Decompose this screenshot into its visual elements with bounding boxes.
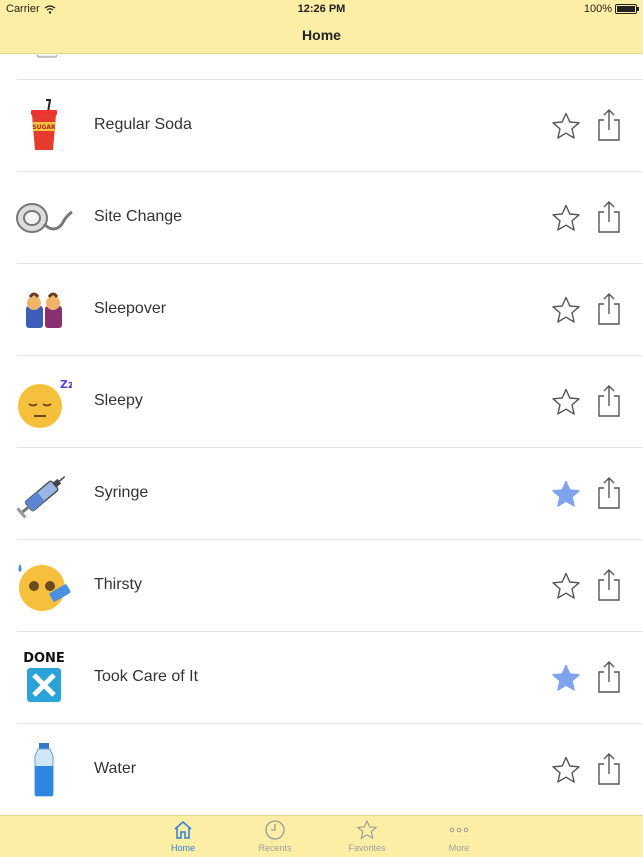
status-right: 100%: [583, 3, 639, 15]
list-item[interactable]: Site Change: [0, 172, 643, 264]
favorite-button[interactable]: [550, 663, 582, 693]
list-item-label: Water: [94, 760, 137, 777]
sleepy-face-icon: Zz: [14, 374, 74, 430]
favorite-button[interactable]: [550, 571, 582, 601]
share-icon: [598, 569, 620, 601]
star-outline-icon: [552, 204, 580, 231]
share-icon: [598, 201, 620, 233]
star-outline-icon: [552, 572, 580, 599]
list-item-label: Site Change: [94, 208, 183, 225]
star-outline-icon: [552, 756, 580, 783]
battery-icon: [615, 4, 639, 14]
list-item-label: Sleepover: [94, 300, 167, 317]
tab-recents-label: Recents: [258, 843, 292, 853]
home-icon: [174, 821, 192, 839]
tab-more[interactable]: More: [424, 819, 494, 857]
list-item[interactable]: Syringe: [0, 448, 643, 540]
tab-home-label: Home: [170, 843, 195, 853]
status-bar: Carrier 12:26 PM 100%: [0, 0, 643, 18]
share-button[interactable]: [595, 384, 623, 418]
tab-more-label: More: [448, 843, 470, 853]
list-item-partial[interactable]: [0, 55, 643, 80]
share-button[interactable]: [595, 752, 623, 786]
star-filled-icon: [552, 664, 580, 691]
status-time: 12:26 PM: [297, 3, 346, 15]
thirsty-face-icon: [14, 558, 74, 614]
svg-text:Zz: Zz: [60, 378, 72, 391]
svg-text:DONE: DONE: [23, 651, 65, 666]
share-button[interactable]: [595, 568, 623, 602]
share-icon: [598, 661, 620, 693]
share-icon: [598, 385, 620, 417]
share-icon: [598, 477, 620, 509]
share-icon: [598, 753, 620, 785]
more-dots-icon: [449, 827, 469, 833]
nav-header: Carrier 12:26 PM 100% Home: [0, 0, 643, 54]
share-button[interactable]: [595, 660, 623, 694]
partial-item-icon: [36, 55, 58, 58]
tab-recents[interactable]: Recents: [240, 819, 310, 857]
star-icon: [356, 819, 378, 840]
tab-bar: Home Recents Favorites More: [0, 815, 643, 857]
svg-text:SUGAR: SUGAR: [32, 124, 56, 131]
star-outline-icon: [552, 296, 580, 323]
done-check-icon: DONE: [14, 650, 74, 706]
soda-cup-icon: SUGAR: [14, 98, 74, 154]
tab-home[interactable]: Home: [148, 819, 218, 857]
list-item[interactable]: SUGAR Regular Soda: [0, 80, 643, 172]
infusion-site-icon: [14, 190, 74, 246]
list-item-label: Syringe: [94, 484, 149, 501]
share-button[interactable]: [595, 108, 623, 142]
syringe-icon: [14, 466, 74, 522]
list-item[interactable]: Sleepover: [0, 264, 643, 356]
list-item-label: Took Care of It: [94, 668, 199, 685]
share-icon: [598, 109, 620, 141]
page-title: Home: [302, 27, 341, 43]
favorite-button[interactable]: [550, 295, 582, 325]
list-item[interactable]: Water: [0, 724, 643, 815]
clock-icon: [265, 820, 285, 840]
star-filled-icon: [552, 480, 580, 507]
favorite-button[interactable]: [550, 111, 582, 141]
battery-percent: 100%: [583, 3, 612, 15]
sticker-list[interactable]: SUGAR Regular Soda Site Change Sleepover…: [0, 55, 643, 815]
list-item-label: Sleepy: [94, 392, 143, 409]
tab-favorites[interactable]: Favorites: [332, 819, 402, 857]
share-button[interactable]: [595, 476, 623, 510]
share-icon: [598, 293, 620, 325]
sleepover-icon: [14, 282, 74, 338]
list-item-label: Regular Soda: [94, 116, 192, 133]
list-item-label: Thirsty: [94, 576, 142, 593]
share-button[interactable]: [595, 292, 623, 326]
favorite-button[interactable]: [550, 203, 582, 233]
star-outline-icon: [552, 388, 580, 415]
favorite-button[interactable]: [550, 387, 582, 417]
water-bottle-icon: [14, 742, 74, 798]
list-item[interactable]: Thirsty: [0, 540, 643, 632]
list-item[interactable]: DONE Took Care of It: [0, 632, 643, 724]
tab-favorites-label: Favorites: [348, 843, 386, 853]
share-button[interactable]: [595, 200, 623, 234]
favorite-button[interactable]: [550, 755, 582, 785]
list-item[interactable]: Zz Sleepy: [0, 356, 643, 448]
favorite-button[interactable]: [550, 479, 582, 509]
star-outline-icon: [552, 112, 580, 139]
